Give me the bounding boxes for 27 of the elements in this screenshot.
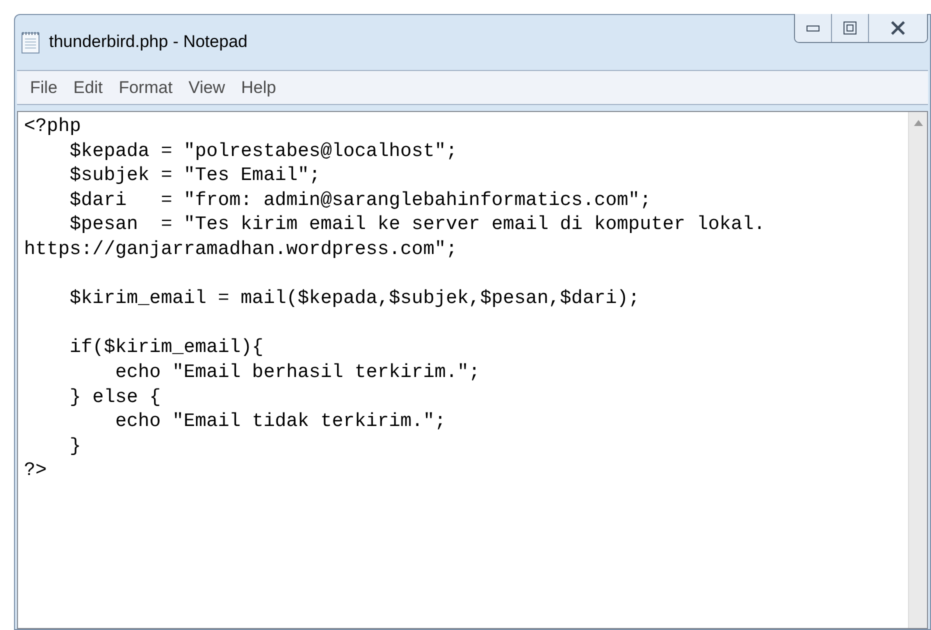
menu-item[interactable]: Edit	[66, 74, 110, 100]
code-line: echo "Email tidak terkirim.";	[114, 409, 446, 434]
code-line: $kepada = "polrestabes@localhost";	[68, 138, 458, 164]
close-icon	[890, 21, 906, 35]
code-line: } else {	[68, 384, 161, 410]
minimize-button[interactable]	[795, 14, 832, 42]
menu-item[interactable]: Help	[234, 74, 284, 100]
maximize-icon	[843, 21, 857, 35]
code-line: if($kirim_email){	[68, 335, 264, 360]
notepad-icon	[21, 30, 41, 54]
menu-item[interactable]: Format	[112, 74, 180, 100]
scrollbar[interactable]	[908, 112, 927, 628]
code-line: https://ganjarramadhan.wordpress.com";	[24, 236, 458, 262]
code-line: $pesan = "Tes kirim email ke server email di komputer lokal.	[68, 212, 766, 237]
code-line: $subjek = "Tes Email";	[68, 163, 320, 188]
window-title: thunderbird.php - Notepad	[49, 31, 248, 53]
close-button[interactable]	[869, 14, 927, 42]
code-line: <?php	[24, 114, 82, 139]
code-line: echo "Email berhasil terkirim.";	[114, 360, 480, 385]
code-line: }	[68, 434, 82, 458]
code-line: ?>	[24, 458, 47, 483]
menu-item[interactable]: View	[182, 74, 232, 100]
minimize-icon	[806, 24, 820, 32]
menu-item[interactable]: File	[23, 74, 64, 100]
maximize-button[interactable]	[832, 14, 869, 42]
code-line: $dari = "from: admin@saranglebahinformatics.com";	[68, 188, 652, 212]
code-line: $kirim_email = mail($kepada,$subjek,$pesan,$dari);	[68, 286, 640, 311]
